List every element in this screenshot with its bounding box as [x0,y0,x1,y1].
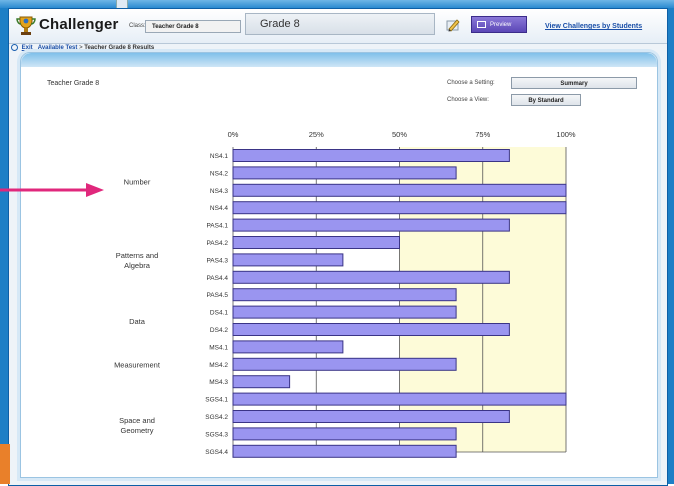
class-select[interactable]: Teacher Grade 8 [145,20,241,33]
left-orange-strip [0,444,10,484]
grade-display: Grade 8 [245,13,435,35]
panel-header-bar [21,53,657,67]
scroll-tab[interactable] [116,0,128,8]
preview-icon [477,21,486,28]
exit-icon[interactable] [11,44,18,51]
panel-title: Teacher Grade 8 [47,80,100,87]
setting-select[interactable]: Summary [511,77,637,89]
browser-strip [0,0,674,8]
trophy-icon [16,16,36,35]
preview-label: Preview [490,22,512,28]
breadcrumb-separator: > [79,45,83,52]
view-label: Choose a View: [447,97,489,103]
class-label: Class: [129,23,146,29]
preview-button[interactable]: Preview [471,16,527,33]
results-panel: Teacher Grade 8 Choose a Setting: Summar… [20,52,658,478]
available-test-link[interactable]: Available Test [38,45,78,51]
edit-pencil-icon[interactable] [445,17,461,33]
app-header: Challenger Class: Teacher Grade 8 Grade … [9,9,667,44]
exit-link[interactable]: Exit [22,45,33,51]
view-by-students-link[interactable]: View Challenges by Students [545,23,642,30]
view-select[interactable]: By Standard [511,94,581,106]
breadcrumb-current: Teacher Grade 8 Results [84,45,155,52]
app-title: Challenger [39,16,119,33]
grade-label: Grade 8 [260,18,300,30]
setting-label: Choose a Setting: [447,80,495,86]
